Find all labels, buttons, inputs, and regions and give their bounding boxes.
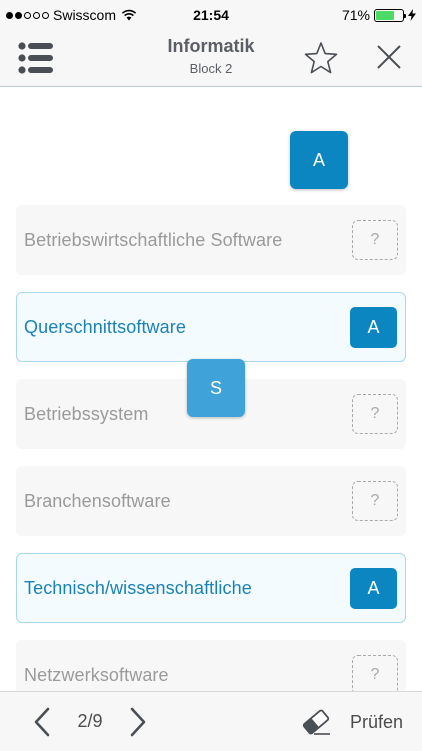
page-subtitle: Block 2 [189, 61, 233, 76]
check-button[interactable]: Prüfen [300, 704, 403, 740]
answer-label: Betriebssystem [24, 403, 149, 424]
answer-row[interactable]: Technisch/wissenschaftliche A [16, 553, 406, 623]
star-icon [304, 42, 338, 74]
answer-tile-a[interactable]: A [290, 131, 348, 189]
drop-slot[interactable]: ? [352, 481, 398, 521]
battery-icon [374, 8, 406, 22]
charging-bolt-icon [408, 9, 416, 21]
answer-label: Branchensoftware [24, 490, 171, 511]
answer-tile-s[interactable]: S [187, 359, 245, 417]
chevron-left-icon [34, 707, 50, 737]
next-button[interactable] [126, 706, 150, 738]
answer-label: Querschnittsoftware [24, 316, 186, 337]
battery-percent: 71% [341, 7, 370, 23]
drop-slot[interactable]: ? [352, 220, 398, 260]
battery-fill [376, 10, 395, 20]
page-indicator: 2/9 [77, 711, 103, 731]
drop-slot[interactable]: ? [352, 394, 398, 434]
answer-label: Technisch/wissenschaftliche [24, 577, 252, 598]
answer-row[interactable]: Querschnittsoftware A [16, 292, 406, 362]
answer-label: Netzwerksoftware [24, 664, 169, 685]
drop-slot[interactable]: ? [352, 655, 398, 691]
page-title: Informatik [167, 36, 255, 56]
favorite-button[interactable] [304, 41, 338, 75]
title-block: Informatik Block 2 [0, 36, 422, 76]
answer-row[interactable]: Netzwerksoftware ? [16, 640, 406, 691]
status-bar: Swisscom 21:54 71% [0, 0, 422, 30]
drop-slot-filled[interactable]: A [350, 568, 397, 609]
answer-row[interactable]: Branchensoftware ? [16, 466, 406, 536]
answer-row[interactable]: Betriebswirtschaftliche Software ? [16, 205, 406, 275]
close-button[interactable] [375, 43, 403, 71]
navigation-bar: Informatik Block 2 [0, 30, 422, 87]
previous-button[interactable] [30, 706, 54, 738]
eraser-icon [302, 709, 330, 735]
bottom-toolbar: 2/9 Prüfen [0, 691, 422, 751]
check-label: Prüfen [350, 711, 404, 732]
close-icon [377, 45, 401, 69]
quiz-content: A Betriebswirtschaftliche Software ? Que… [0, 87, 422, 691]
drop-slot-filled[interactable]: A [350, 307, 397, 348]
status-right: 71% [342, 7, 416, 23]
chevron-right-icon [130, 707, 146, 737]
answer-label: Betriebswirtschaftliche Software [24, 229, 283, 250]
